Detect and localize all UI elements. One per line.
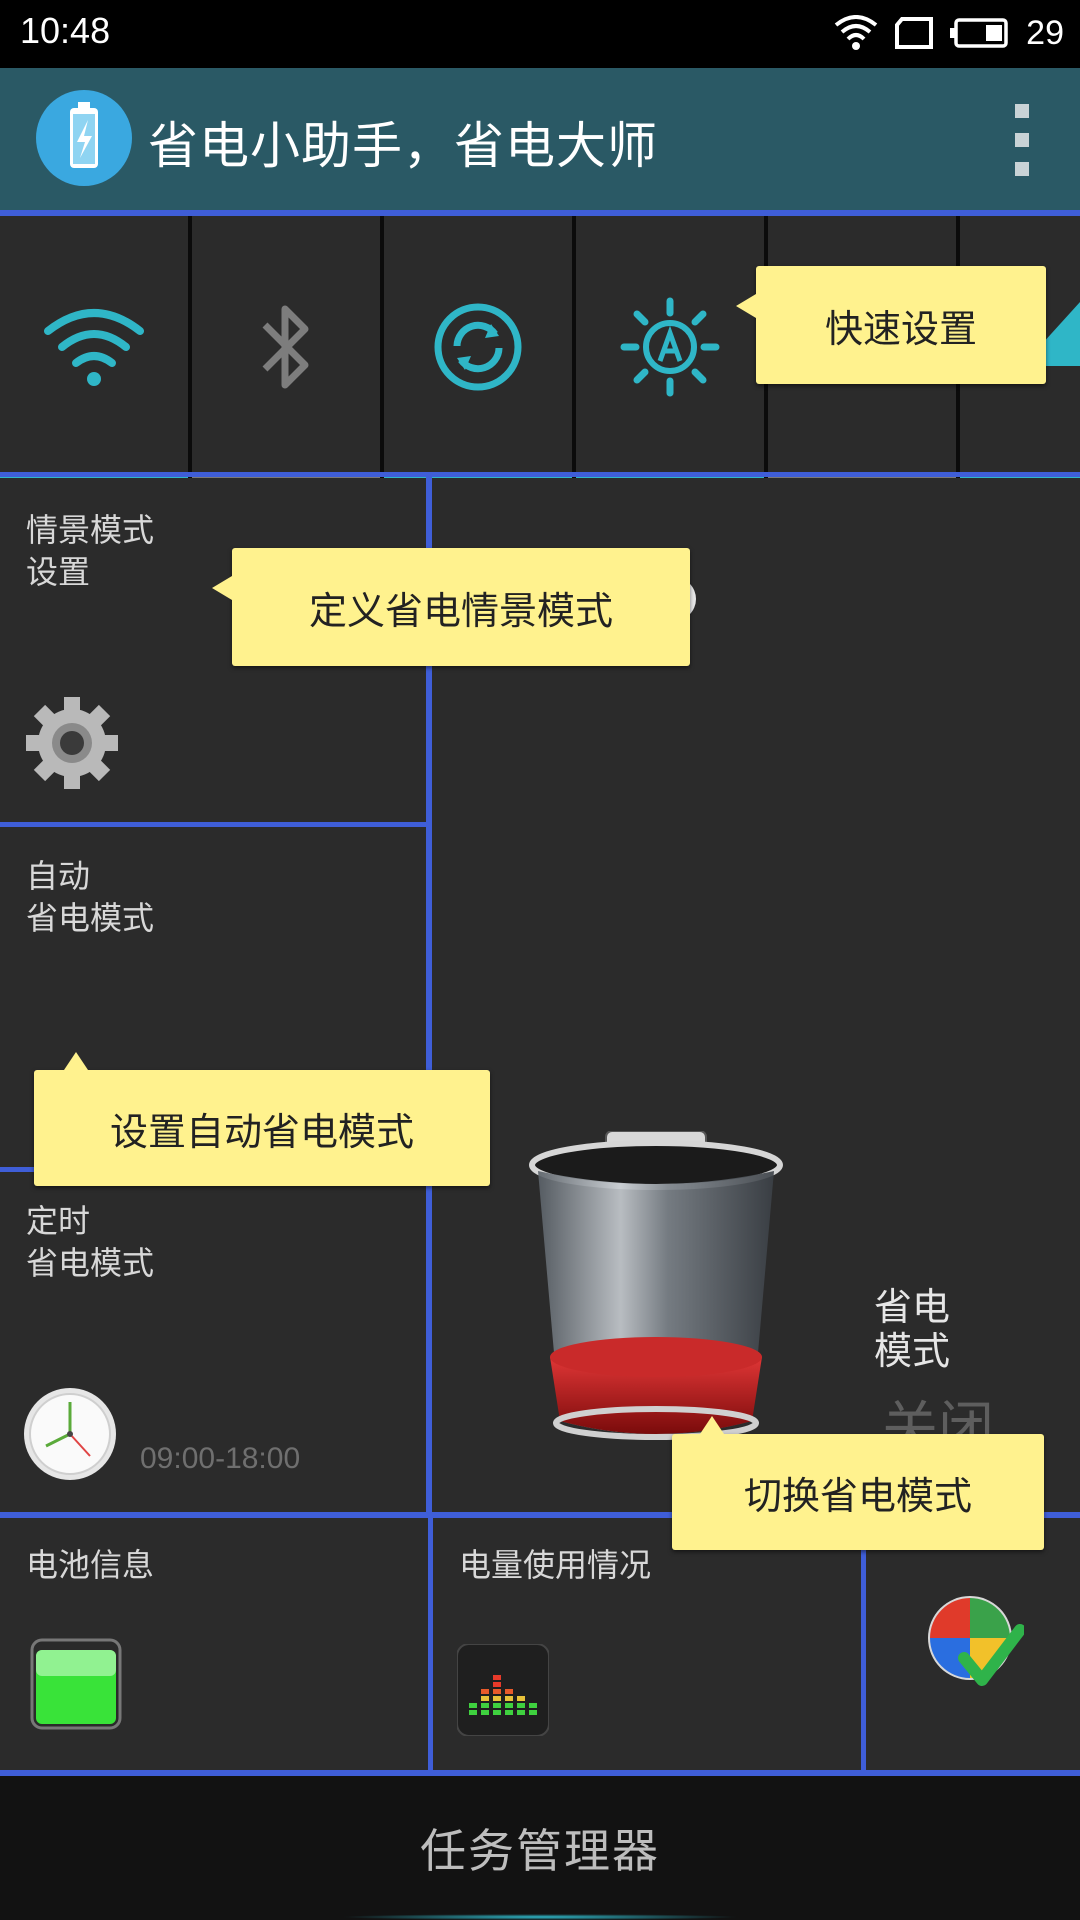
dot-icon <box>1015 133 1029 147</box>
bluetooth-toggle[interactable] <box>192 216 384 478</box>
tooltip-auto-saving-text: 设置自动省电模式 <box>109 1109 414 1154</box>
timer-saving-label-2: 省电模式 <box>26 1244 155 1282</box>
auto-brightness-toggle[interactable] <box>576 216 768 478</box>
tooltip-arrow <box>212 576 232 600</box>
power-usage-label: 电量使用情况 <box>459 1546 652 1584</box>
tooltip-arrow <box>700 1416 724 1434</box>
optimize-tile[interactable] <box>866 1518 1080 1770</box>
scene-mode-label-2: 设置 <box>26 553 91 591</box>
power-usage-tile[interactable]: 电量使用情况 <box>433 1518 861 1770</box>
battery-info-label: 电池信息 <box>26 1546 155 1584</box>
power-mode-label-2: 模式 <box>874 1329 951 1373</box>
status-time: 10:48 <box>20 10 111 51</box>
app-bar: 省电小助手，省电大师 <box>0 68 1080 210</box>
dot-icon <box>1015 162 1029 176</box>
glow-indicator <box>340 1914 740 1920</box>
scene-mode-label-1: 情景模式 <box>26 511 155 549</box>
tooltip-toggle-mode: 切换省电模式 <box>672 1416 1044 1550</box>
brightness-auto-icon <box>620 297 720 397</box>
battery-info-tile[interactable]: 电池信息 <box>0 1518 428 1770</box>
auto-saving-label-1: 自动 <box>26 857 91 895</box>
tooltip-scene-mode-text: 定义省电情景模式 <box>308 588 613 633</box>
battery-percent: 29 <box>1026 13 1064 52</box>
bluetooth-icon <box>262 305 309 389</box>
wifi-status-icon <box>834 15 878 50</box>
dot-icon <box>1015 104 1029 118</box>
sim-card-icon <box>895 17 934 49</box>
overflow-menu-button[interactable] <box>1004 104 1040 176</box>
sync-toggle[interactable] <box>384 216 576 478</box>
auto-saving-label-2: 省电模式 <box>26 899 155 937</box>
optimize-check-icon <box>928 1596 1024 1686</box>
battery-status-icon <box>950 18 1008 48</box>
app-logo <box>36 90 132 186</box>
equalizer-icon <box>457 1644 549 1736</box>
green-battery-icon <box>30 1638 122 1730</box>
tooltip-toggle-mode-text: 切换省电模式 <box>743 1473 972 1518</box>
clock-icon <box>24 1388 116 1480</box>
task-manager-label: 任务管理器 <box>420 1824 660 1878</box>
tooltip-arrow <box>64 1052 88 1070</box>
tooltip-auto-saving: 设置自动省电模式 <box>34 1052 490 1186</box>
tooltip-arrow <box>736 294 756 318</box>
sync-icon <box>434 303 522 391</box>
tooltip-quick-settings-text: 快速设置 <box>824 306 977 351</box>
timer-range: 09:00-18:00 <box>140 1442 301 1475</box>
tooltip-quick-settings: 快速设置 <box>736 266 1046 384</box>
wifi-toggle[interactable] <box>0 216 192 478</box>
wifi-icon <box>44 309 144 386</box>
timer-saving-label-1: 定时 <box>26 1202 91 1240</box>
app-title: 省电小助手，省电大师 <box>148 117 658 175</box>
gear-icon <box>26 697 118 789</box>
battery-bolt-icon <box>70 102 98 168</box>
tooltip-scene-mode: 定义省电情景模式 <box>212 548 690 666</box>
status-icons: 29 <box>834 10 1064 56</box>
power-mode-label-1: 省电 <box>874 1285 951 1329</box>
task-manager-button[interactable]: 任务管理器 <box>0 1776 1080 1920</box>
battery-glass-icon <box>529 1131 783 1440</box>
timer-saving-tile[interactable]: 定时 省电模式 09:00-18:00 <box>0 1172 426 1512</box>
status-bar: 10:48 29 <box>0 0 1080 68</box>
